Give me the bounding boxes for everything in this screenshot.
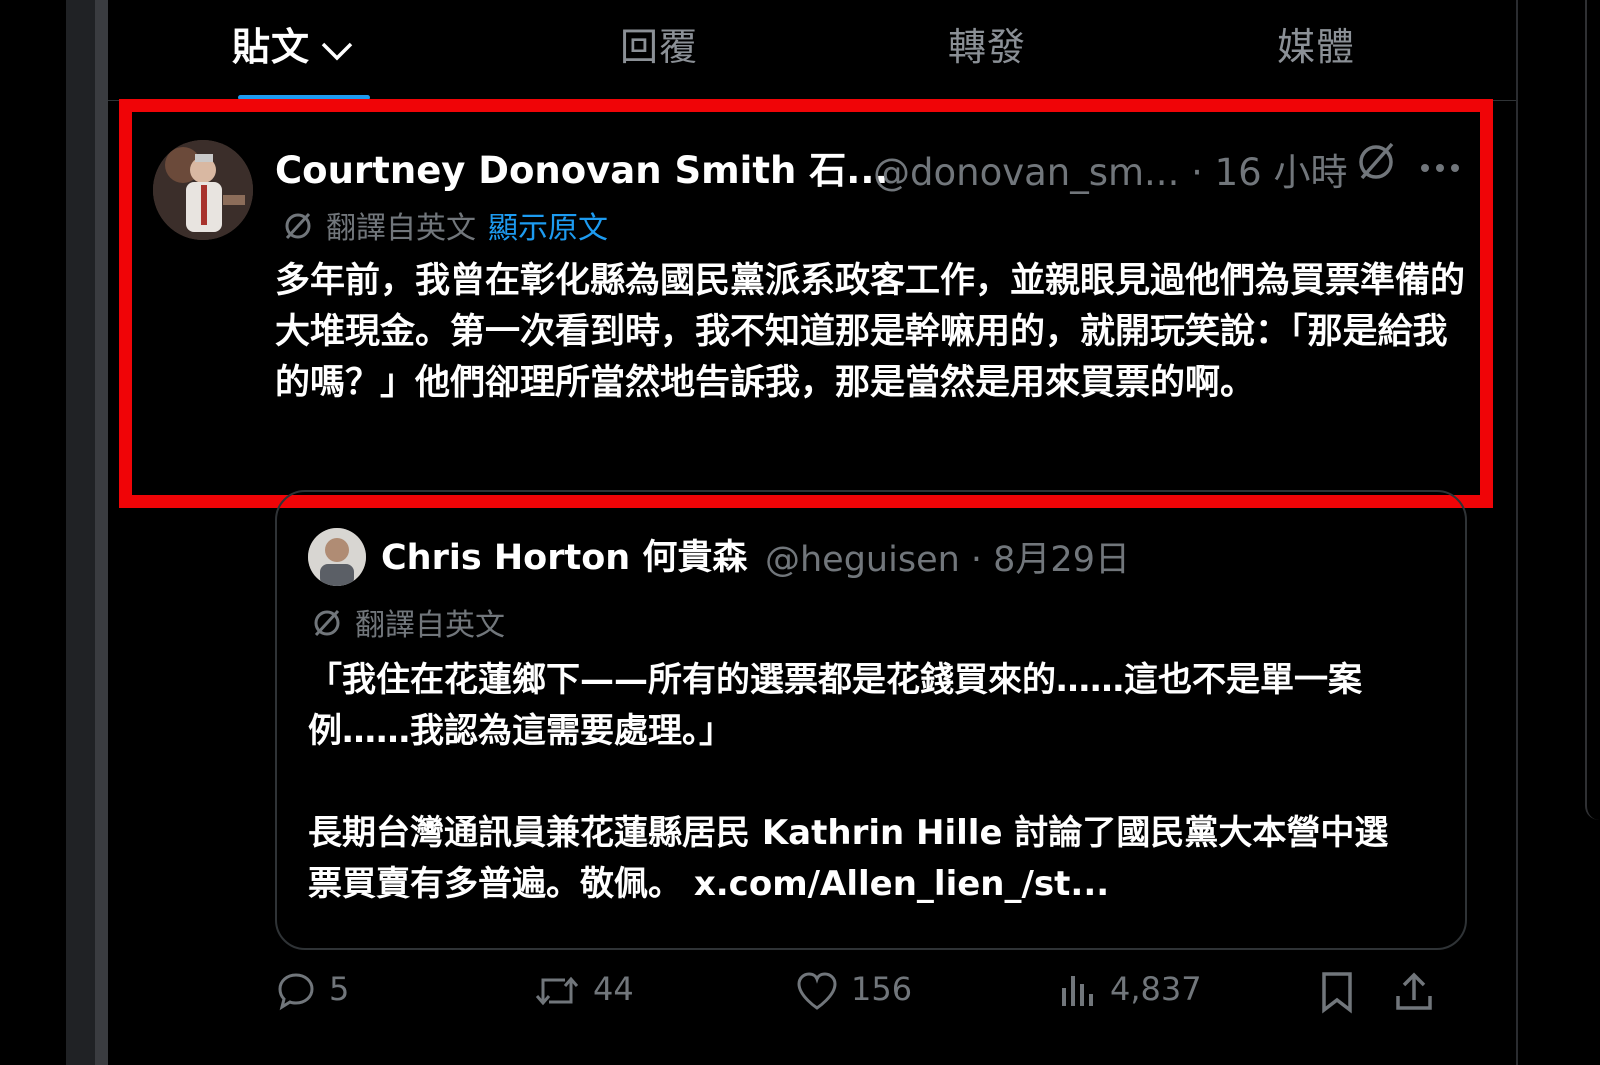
tab-posts[interactable]: 貼文 [232,16,354,72]
left-rail-edge [95,0,108,1065]
quoted-translated-label: 翻譯自英文 [355,608,505,643]
bookmark-icon [1322,972,1352,1014]
tab-replies[interactable]: 回覆 [620,16,698,71]
repost-icon [535,976,579,1006]
quoted-paragraph: 「我住在花蓮鄉下——所有的選票都是花錢買來的……這也不是單一案例……我認為這需要… [308,660,1362,751]
quoted-handle-date: @heguisen · 8月29日 [765,540,1130,580]
translate-icon [311,607,343,647]
repost-button[interactable]: 44 [533,970,634,1012]
reply-count: 5 [329,970,350,1008]
views-icon [1062,976,1093,1006]
quoted-author-avatar [308,528,366,586]
chevron-down-icon[interactable] [320,28,354,72]
quoted-paragraph: 長期台灣通訊員兼花蓮縣居民 Kathrin Hille 討論了國民黨大本營中選票… [308,813,1389,904]
tab-media[interactable]: 媒體 [1277,16,1355,71]
quoted-author-name: Chris Horton 何貴森 [381,538,748,578]
like-count: 156 [851,970,913,1008]
like-button[interactable]: 156 [795,970,912,1012]
tab-posts-label: 貼文 [232,25,311,69]
reply-icon [278,973,314,1011]
repost-count: 44 [593,970,634,1008]
quoted-tweet-text: 「我住在花蓮鄉下——所有的選票都是花錢買來的……這也不是單一案例……我認為這需要… [308,655,1418,910]
tab-reposts[interactable]: 轉發 [948,16,1026,71]
right-panel-edge [1585,0,1600,820]
reply-button[interactable]: 5 [275,970,349,1012]
views-button[interactable]: 4,837 [1058,970,1202,1012]
quoted-translation-row: 翻譯自英文 [311,600,505,647]
views-count: 4,837 [1110,970,1202,1008]
share-button[interactable] [1392,970,1448,1014]
heart-icon [797,972,837,1010]
bookmark-button[interactable] [1318,970,1368,1014]
share-icon [1396,972,1432,1010]
highlight-box [119,99,1493,508]
